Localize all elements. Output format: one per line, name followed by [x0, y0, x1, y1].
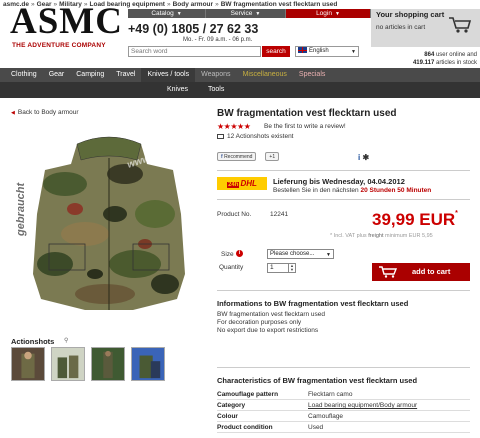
category-link[interactable]: Load bearing equipment/Body armour — [308, 400, 417, 410]
logo[interactable]: ASMC — [10, 3, 123, 41]
chevron-down-icon: ▼ — [176, 11, 182, 17]
add-to-cart-button[interactable]: add to cart — [372, 263, 470, 281]
back-link[interactable]: ◀ Back to Body armour — [11, 109, 79, 116]
breadcrumb-body-armour[interactable]: Body armour — [173, 1, 213, 8]
chevron-down-icon: ▼ — [351, 49, 356, 55]
magnifier-icon[interactable]: ⚲ — [64, 337, 68, 344]
characteristics-table: Camouflage pattern Flecktarn camo Categor… — [217, 389, 470, 433]
main-nav: Clothing Gear Camping Travel Knives / to… — [0, 68, 480, 82]
actionshot-thumbnail[interactable] — [51, 347, 85, 381]
size-select[interactable]: Please choose... ▼ — [267, 249, 334, 259]
divider — [217, 199, 470, 200]
used-watermark: gebraucht — [15, 182, 27, 236]
product-number-label: Product No. — [217, 211, 252, 218]
star-icon: ★ — [237, 122, 244, 131]
actionshots-count[interactable]: 12 Actionshots existent — [217, 133, 294, 140]
nav-weapons[interactable]: Weapons — [195, 68, 236, 82]
nav-miscellaneous[interactable]: Miscellaneous — [237, 68, 293, 82]
logo-tagline: THE ADVENTURE COMPANY — [12, 42, 106, 49]
shopping-cart-icon — [379, 266, 398, 278]
table-row: Category Load bearing equipment/Body armo… — [217, 400, 470, 411]
product-info-icons: i ✱ — [358, 153, 369, 162]
camera-icon — [217, 133, 224, 139]
table-row: Product condition Used — [217, 422, 470, 433]
freight-link[interactable]: freight — [368, 233, 383, 239]
phone-hours: Mo. - Fr. 09 a.m. - 06 p.m. — [183, 37, 253, 43]
info-title: Informations to BW fragmentation vest fl… — [217, 299, 409, 308]
topnav-service[interactable]: Service ▼ — [206, 9, 286, 18]
chevron-down-icon: ▼ — [255, 11, 261, 17]
shopping-cart-icon[interactable] — [448, 16, 472, 34]
topnav-catalog[interactable]: Catalog ▼ — [128, 9, 206, 18]
arrow-left-icon: ◀ — [11, 110, 15, 116]
actionshot-thumbnail[interactable] — [11, 347, 45, 381]
star-icon: ★ — [217, 122, 224, 131]
nav-knives-tools[interactable]: Knives / tools — [141, 68, 196, 82]
characteristics-title: Characteristics of BW fragmentation vest… — [217, 376, 418, 385]
language-select[interactable]: English ▼ — [295, 46, 359, 57]
site-stats: 864 user online and 419.117 articles in … — [412, 52, 477, 66]
topnav-login[interactable]: Login ▼ — [286, 9, 371, 18]
top-nav: Catalog ▼ Service ▼ Login ▼ — [128, 9, 371, 18]
product-title: BW fragmentation vest flecktarn used — [217, 108, 397, 119]
chevron-down-icon: ▼ — [334, 11, 340, 17]
sub-nav: Knives Tools — [0, 82, 480, 98]
subnav-knives[interactable]: Knives — [157, 82, 198, 98]
nav-camping[interactable]: Camping — [70, 68, 110, 82]
nav-specials[interactable]: Specials — [293, 68, 331, 82]
vat-note: * Incl. VAT plus freight minimum EUR 5,9… — [330, 233, 433, 239]
nav-travel[interactable]: Travel — [110, 68, 141, 82]
divider — [217, 367, 470, 368]
delivery-date: Lieferung bis Wednesday, 04.04.2012 — [273, 177, 405, 186]
divider — [217, 170, 470, 171]
nav-gear[interactable]: Gear — [43, 68, 71, 82]
subnav-tools[interactable]: Tools — [198, 82, 234, 98]
recommend-button[interactable]: f Recommend — [217, 152, 257, 161]
table-row: Colour Camouflage — [217, 411, 470, 422]
nav-clothing[interactable]: Clothing — [5, 68, 43, 82]
star-icon: ★ — [230, 122, 238, 131]
breadcrumb-current: BW fragmentation vest flecktarn used — [220, 1, 338, 8]
search-button[interactable]: search — [262, 46, 290, 57]
size-label: Size — [221, 251, 234, 258]
social-buttons: f Recommend +1 — [217, 152, 280, 161]
stepper-arrows-icon[interactable]: ▲ ▼ — [288, 264, 295, 272]
actionshots-title: Actionshots — [11, 337, 55, 346]
gear-icon[interactable]: ✱ — [362, 153, 369, 162]
phone-number: +49 (0) 1805 / 27 62 33 — [128, 22, 259, 36]
quantity-label: Quantity — [219, 264, 244, 271]
product-number: 12241 — [270, 211, 289, 218]
table-row: Camouflage pattern Flecktarn camo — [217, 389, 470, 400]
size-info-icon[interactable]: i — [236, 250, 243, 257]
actionshot-thumbnail[interactable] — [131, 347, 165, 381]
dhl-logo: 24h DHL — [217, 177, 267, 190]
info-text: BW fragmentation vest flecktarn used For… — [217, 311, 326, 334]
chevron-down-icon: ▼ — [326, 252, 331, 258]
cart-title[interactable]: Your shopping cart — [376, 10, 444, 19]
rating-stars: ★★★★★ — [217, 122, 251, 131]
quantity-stepper[interactable]: 1 ▲ ▼ — [267, 263, 296, 273]
star-icon: ★ — [243, 122, 251, 131]
info-icon[interactable]: i — [358, 153, 360, 162]
actionshot-thumbnail[interactable] — [91, 347, 125, 381]
price: 39,99 EUR* — [372, 210, 458, 229]
uk-flag-icon — [298, 47, 307, 54]
write-review-link[interactable]: Be the first to write a review! — [264, 123, 346, 130]
search-input[interactable]: Search word — [128, 46, 261, 57]
plusone-button[interactable]: +1 — [265, 152, 280, 161]
divider — [217, 290, 470, 291]
cart-status: no articles in cart — [376, 24, 426, 31]
delivery-countdown: Bestellen Sie in den nächsten 20 Stunden… — [273, 187, 432, 194]
